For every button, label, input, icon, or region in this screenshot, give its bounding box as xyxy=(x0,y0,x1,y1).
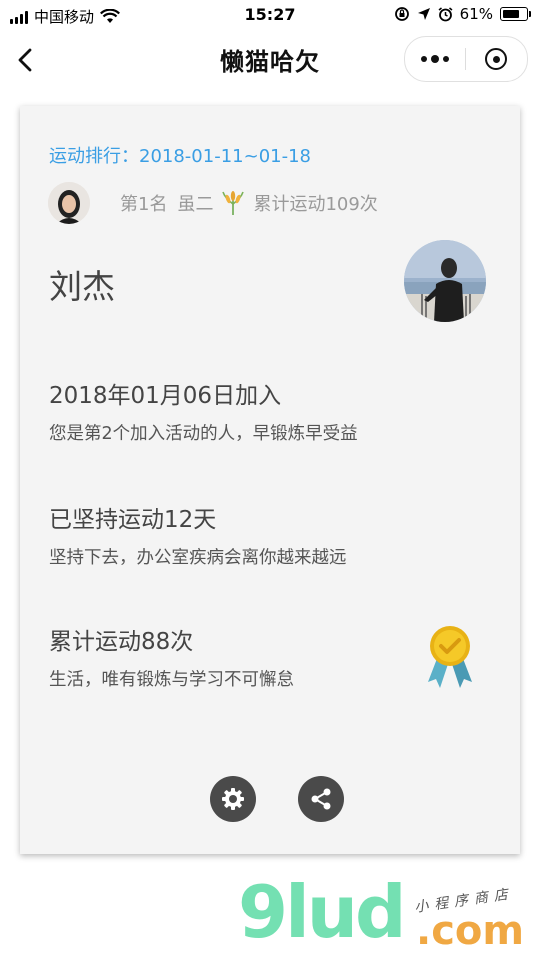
medal-icon xyxy=(428,626,472,688)
join-info: 2018年01月06日加入 您是第2个加入活动的人，早锻炼早受益 xyxy=(49,376,358,445)
share-button[interactable] xyxy=(298,776,344,822)
share-icon xyxy=(311,788,331,810)
settings-icon xyxy=(222,788,244,810)
persist-info: 已坚持运动12天 坚持下去，办公室疾病会离你越来越远 xyxy=(49,500,347,569)
nav-bar: 懒猫哈欠 xyxy=(0,30,540,88)
location-icon xyxy=(417,8,430,20)
mini-program-capsule xyxy=(404,36,528,82)
watermark-brand: 9lud xyxy=(238,870,407,954)
rank-position: 第1名 xyxy=(120,194,168,215)
rank-info: 第1名 虽二 累计运动109次 xyxy=(120,190,378,216)
rank-title: 运动排行：2018-01-11~01-18 xyxy=(49,146,311,167)
close-button[interactable] xyxy=(466,37,526,81)
more-button[interactable] xyxy=(405,37,465,81)
alarm-icon xyxy=(438,6,453,21)
rank-user-avatar xyxy=(48,182,90,224)
total-count: 累计运动88次 xyxy=(49,629,194,655)
battery-percent: 61% xyxy=(459,5,493,23)
watermark-domain: .com xyxy=(416,908,525,954)
persist-desc: 坚持下去，办公室疾病会离你越来越远 xyxy=(49,548,347,568)
join-date: 2018年01月06日加入 xyxy=(49,383,282,409)
more-icon xyxy=(421,56,427,62)
join-desc: 您是第2个加入活动的人，早锻炼早受益 xyxy=(49,424,358,444)
total-desc: 生活，唯有锻炼与学习不可懈怠 xyxy=(49,670,294,690)
wheat-icon xyxy=(222,191,245,215)
total-info: 累计运动88次 生活，唯有锻炼与学习不可懈怠 xyxy=(49,622,294,691)
status-right: 61% xyxy=(394,5,531,23)
battery-icon xyxy=(500,7,531,21)
profile-card: 运动排行：2018-01-11~01-18 第1名 虽二 累计运动109次 刘杰… xyxy=(20,106,520,854)
rank-row[interactable]: 第1名 虽二 累计运动109次 xyxy=(48,182,378,224)
watermark: 9lud 小程序商店 .com xyxy=(238,870,538,960)
rank-user-name: 虽二 xyxy=(177,194,214,215)
close-icon xyxy=(485,48,507,70)
user-avatar xyxy=(404,240,486,322)
lock-rotation-icon xyxy=(394,7,409,21)
user-name: 刘杰 xyxy=(49,267,115,306)
settings-button[interactable] xyxy=(210,776,256,822)
status-bar: 中国移动 15:27 61% xyxy=(0,0,540,30)
persist-days: 已坚持运动12天 xyxy=(49,507,217,533)
rank-total: 累计运动109次 xyxy=(253,194,378,215)
